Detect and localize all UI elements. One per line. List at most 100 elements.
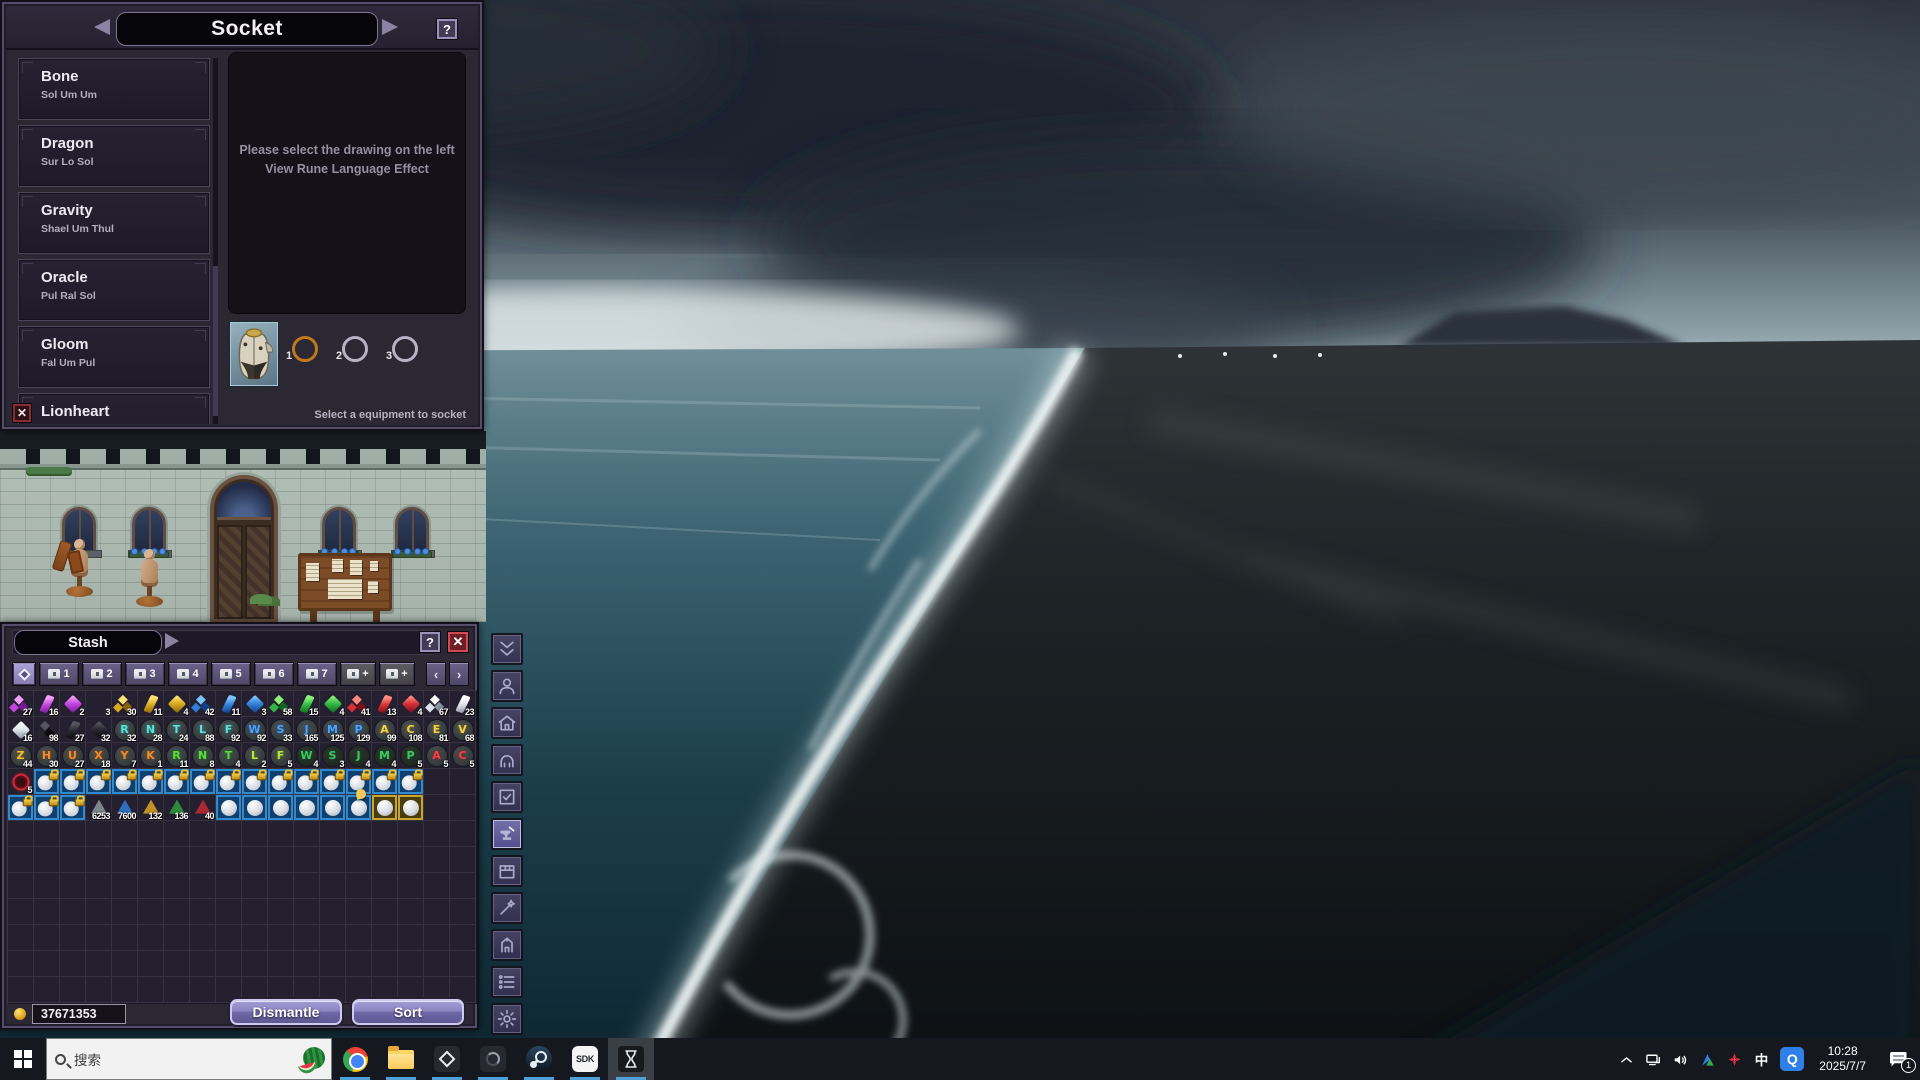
taskbar-app-unity-hub[interactable] xyxy=(424,1038,470,1080)
stash-cell[interactable] xyxy=(216,847,242,873)
stash-tab-add[interactable]: + xyxy=(379,662,415,686)
stash-cell[interactable] xyxy=(294,821,320,847)
stash-cell[interactable]: T4 xyxy=(216,743,242,769)
taskbar-app-hourglass-game[interactable] xyxy=(608,1038,654,1080)
stash-cell[interactable] xyxy=(450,821,476,847)
stash-cell[interactable] xyxy=(398,769,424,795)
stash-cell[interactable]: U27 xyxy=(60,743,86,769)
stash-cell[interactable] xyxy=(8,873,34,899)
stash-cell[interactable] xyxy=(424,925,450,951)
stash-cell[interactable] xyxy=(242,795,268,821)
sidebar-button-quest-frame[interactable] xyxy=(491,781,523,813)
stash-tab-2[interactable]: 2 xyxy=(82,662,122,686)
stash-cell[interactable]: S3 xyxy=(320,743,346,769)
stash-cell[interactable] xyxy=(164,769,190,795)
stash-cell[interactable] xyxy=(424,847,450,873)
stash-cell[interactable] xyxy=(190,847,216,873)
stash-cell[interactable]: R11 xyxy=(164,743,190,769)
stash-cell[interactable]: A5 xyxy=(424,743,450,769)
socket-list-item[interactable]: GloomFal Um Pul xyxy=(18,326,210,388)
tabs-prev-button[interactable]: ‹ xyxy=(426,662,446,686)
stash-cell[interactable] xyxy=(424,821,450,847)
stash-cell[interactable] xyxy=(294,899,320,925)
stash-cell[interactable] xyxy=(268,873,294,899)
stash-cell[interactable]: 27 xyxy=(60,717,86,743)
stash-tab-5[interactable]: 5 xyxy=(211,662,251,686)
sort-button[interactable]: Sort xyxy=(352,999,464,1025)
stash-cell[interactable] xyxy=(86,769,112,795)
stash-cell[interactable] xyxy=(424,873,450,899)
stash-cell[interactable] xyxy=(60,899,86,925)
stash-cell[interactable]: X18 xyxy=(86,743,112,769)
start-button[interactable] xyxy=(0,1038,46,1080)
stash-cell[interactable] xyxy=(190,899,216,925)
stash-cell[interactable] xyxy=(268,769,294,795)
stash-cell[interactable] xyxy=(34,899,60,925)
stash-cell[interactable] xyxy=(164,925,190,951)
stash-cell[interactable] xyxy=(242,925,268,951)
stash-cell[interactable] xyxy=(138,873,164,899)
stash-cell[interactable]: 4 xyxy=(398,691,424,717)
stash-cell[interactable] xyxy=(372,925,398,951)
stash-cell[interactable] xyxy=(268,795,294,821)
stash-cell[interactable] xyxy=(424,899,450,925)
stash-help-button[interactable]: ? xyxy=(419,631,441,653)
stash-cell[interactable] xyxy=(112,847,138,873)
rune-socket-circle[interactable]: 3 xyxy=(392,336,418,362)
stash-cell[interactable] xyxy=(60,847,86,873)
stash-cell[interactable]: 23 xyxy=(450,691,476,717)
notification-center-button[interactable]: 1 xyxy=(1876,1038,1920,1080)
stash-cell[interactable] xyxy=(450,925,476,951)
stash-cell[interactable] xyxy=(112,769,138,795)
stash-cell[interactable]: 16 xyxy=(34,691,60,717)
stash-cell[interactable] xyxy=(34,821,60,847)
stash-tab-3[interactable]: 3 xyxy=(125,662,165,686)
stash-close-button[interactable]: ✕ xyxy=(447,631,469,653)
stash-cell[interactable] xyxy=(60,795,86,821)
stash-tab-4[interactable]: 4 xyxy=(168,662,208,686)
stash-cell[interactable] xyxy=(164,899,190,925)
stash-cell[interactable] xyxy=(346,951,372,977)
stash-cell[interactable]: J165 xyxy=(294,717,320,743)
stash-cell[interactable]: 132 xyxy=(138,795,164,821)
stash-cell[interactable] xyxy=(216,821,242,847)
stash-cell[interactable]: 32 xyxy=(86,717,112,743)
stash-cell[interactable] xyxy=(268,951,294,977)
stash-cell[interactable] xyxy=(86,821,112,847)
stash-cell[interactable] xyxy=(424,795,450,821)
stash-cell[interactable] xyxy=(8,925,34,951)
stash-cell[interactable] xyxy=(138,821,164,847)
stash-cell[interactable] xyxy=(112,925,138,951)
rune-socket-circle[interactable]: 1 xyxy=(292,336,318,362)
stash-cell[interactable] xyxy=(164,847,190,873)
sidebar-button-settings-gear[interactable] xyxy=(491,1003,523,1035)
stash-cell[interactable] xyxy=(216,873,242,899)
stash-cell[interactable] xyxy=(138,769,164,795)
scrollbar-thumb[interactable] xyxy=(213,266,218,416)
stash-cell[interactable] xyxy=(112,821,138,847)
stash-cell[interactable]: L88 xyxy=(190,717,216,743)
stash-cell[interactable]: W4 xyxy=(294,743,320,769)
stash-cell[interactable] xyxy=(242,873,268,899)
stash-cell[interactable] xyxy=(450,769,476,795)
stash-cell[interactable]: 27 xyxy=(8,691,34,717)
stash-cell[interactable] xyxy=(8,795,34,821)
stash-cell[interactable] xyxy=(450,873,476,899)
stash-cell[interactable] xyxy=(398,795,424,821)
stash-cell[interactable] xyxy=(8,847,34,873)
sidebar-button-blacksmith-anvil[interactable] xyxy=(491,818,523,850)
stash-cell[interactable] xyxy=(242,769,268,795)
stash-cell[interactable]: 4 xyxy=(164,691,190,717)
taskbar-app-game-app[interactable] xyxy=(470,1038,516,1080)
stash-cell[interactable] xyxy=(450,899,476,925)
stash-cell[interactable] xyxy=(34,795,60,821)
stash-cell[interactable] xyxy=(346,847,372,873)
socket-list-scrollbar[interactable] xyxy=(213,58,218,424)
stash-cell[interactable] xyxy=(34,847,60,873)
stash-cell[interactable] xyxy=(424,951,450,977)
stash-cell[interactable] xyxy=(320,899,346,925)
tray-hidden-icons-chevron[interactable] xyxy=(1613,1038,1640,1080)
stash-cell[interactable] xyxy=(190,873,216,899)
stash-cell[interactable] xyxy=(34,769,60,795)
stash-cell[interactable] xyxy=(372,847,398,873)
